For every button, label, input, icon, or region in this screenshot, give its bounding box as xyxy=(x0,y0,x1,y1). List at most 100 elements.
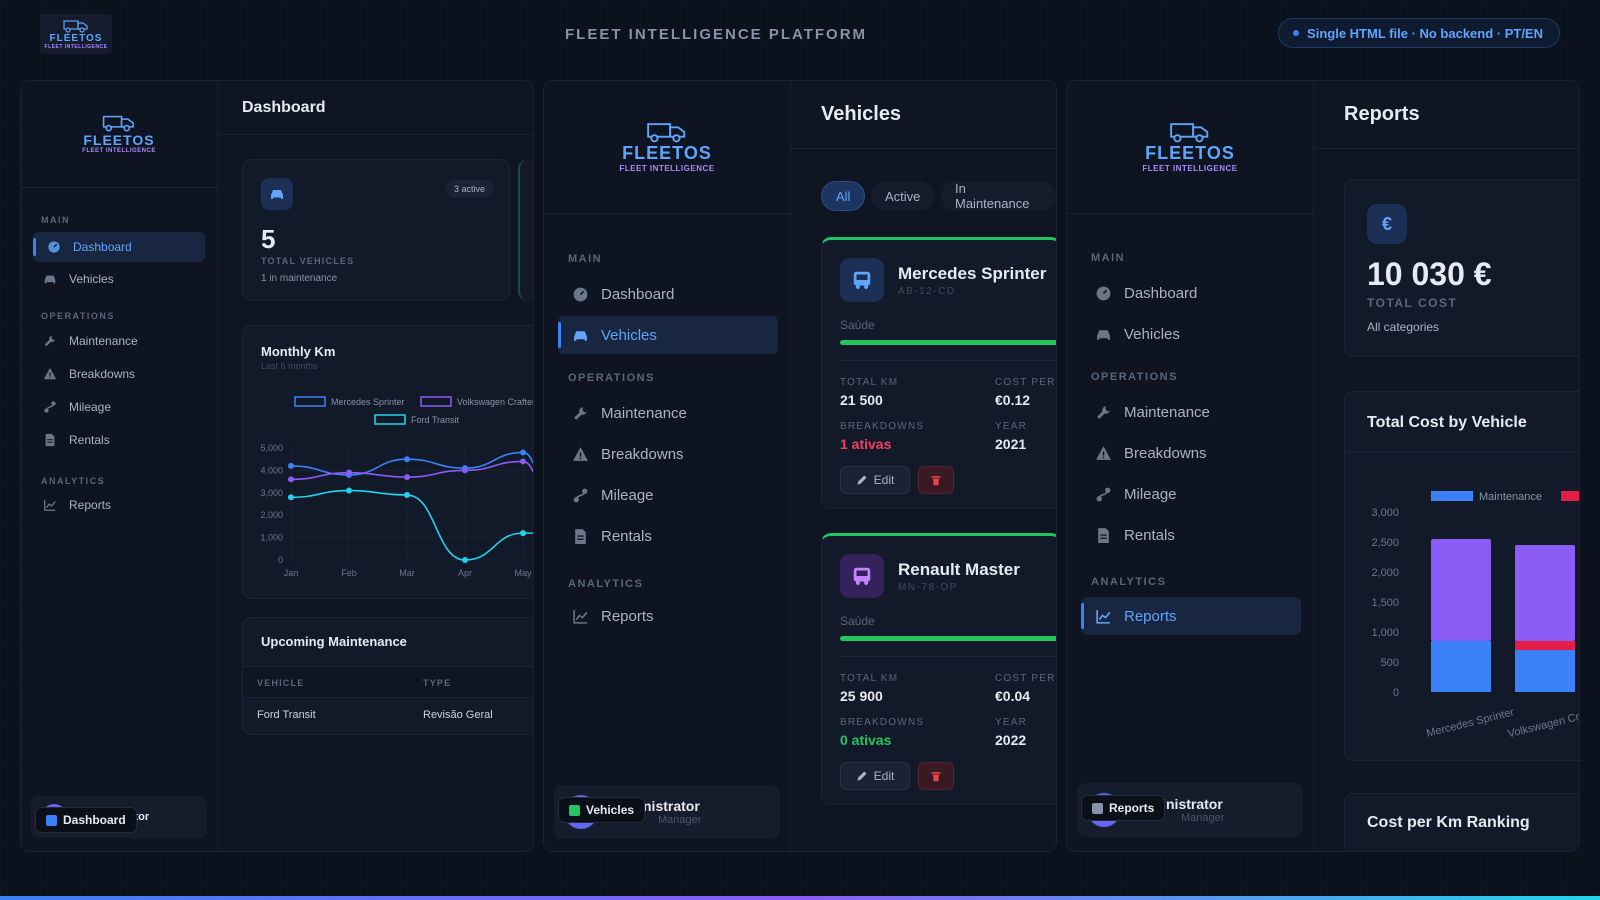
wrench-icon xyxy=(572,405,589,422)
sidebar-item-reports[interactable]: Reports xyxy=(33,490,205,520)
sidebar-logo[interactable]: FLEETOS FLEET INTELLIGENCE xyxy=(1067,81,1313,214)
info-badge-text: Single HTML file · No backend · PT/EN xyxy=(1307,25,1543,41)
sidebar-logo[interactable]: FLEETOS FLEET INTELLIGENCE xyxy=(21,81,217,188)
top-bar: FLEETOS FLEET INTELLIGENCE FLEET INTELLI… xyxy=(0,0,1600,70)
vehicle-card[interactable]: Renault Master MN-78-OP Saúde TOTAL KM 2… xyxy=(821,533,1056,805)
sidebar-item-mileage[interactable]: Mileage xyxy=(1081,475,1301,513)
cost-per-label: COST PER xyxy=(995,377,1056,388)
y-tick-label: 3,000 xyxy=(260,488,283,498)
kpi-label: TOTAL VEHICLES xyxy=(261,256,355,266)
brand-tagline: FLEET INTELLIGENCE xyxy=(82,148,156,154)
sidebar-item-rentals[interactable]: Rentals xyxy=(1081,516,1301,554)
y-tick-label: 1,500 xyxy=(1371,597,1399,609)
filter-in-maintenance[interactable]: In Maintenance xyxy=(941,181,1056,211)
breakdowns-value: 1 ativas xyxy=(840,436,892,452)
page-title: Dashboard xyxy=(218,81,533,135)
euro-icon: € xyxy=(1367,204,1407,244)
sidebar-item-vehicles[interactable]: Vehicles xyxy=(33,264,205,294)
sidebar-logo[interactable]: FLEETOS FLEET INTELLIGENCE xyxy=(544,81,790,214)
sidebar-item-label: Reports xyxy=(601,607,654,625)
divider xyxy=(840,360,1056,361)
trash-icon xyxy=(930,770,942,782)
sidebar-item-breakdowns[interactable]: Breakdowns xyxy=(1081,434,1301,472)
y-tick-label: 1,000 xyxy=(1371,627,1399,639)
sidebar-item-rentals[interactable]: Rentals xyxy=(33,425,205,455)
van-icon xyxy=(840,554,884,598)
vehicle-card[interactable]: Mercedes Sprinter AB-12-CD Saúde TOTAL K… xyxy=(821,237,1056,509)
filter-active[interactable]: Active xyxy=(871,181,935,211)
y-tick-label: 500 xyxy=(1381,657,1399,669)
top-logo[interactable]: FLEETOS FLEET INTELLIGENCE xyxy=(40,14,112,54)
y-tick-label: 5,000 xyxy=(260,443,283,453)
series-line xyxy=(290,460,533,481)
sidebar-item-breakdowns[interactable]: Breakdowns xyxy=(558,435,778,473)
y-tick-label: 0 xyxy=(278,555,283,565)
kpi-label: TOTAL COST xyxy=(1367,296,1458,310)
sidebar-item-vehicles[interactable]: Vehicles xyxy=(558,316,778,354)
pencil-icon xyxy=(856,770,868,782)
data-point xyxy=(288,462,294,469)
brand-tagline: FLEET INTELLIGENCE xyxy=(619,164,715,173)
truck-logo-icon xyxy=(1170,123,1209,143)
sidebar-item-dashboard[interactable]: Dashboard xyxy=(1081,274,1301,312)
breakdowns-label: BREAKDOWNS xyxy=(840,717,925,728)
legend-swatch xyxy=(1561,491,1579,501)
document-icon xyxy=(572,528,589,545)
x-tick-label: Volkswagen Crafter xyxy=(1507,706,1580,741)
total-km-value: 21 500 xyxy=(840,392,883,408)
sidebar-item-mileage[interactable]: Mileage xyxy=(558,476,778,514)
delete-button[interactable] xyxy=(918,762,954,790)
trash-icon xyxy=(930,474,942,486)
kpi-sub: All categories xyxy=(1367,320,1440,334)
year-label: YEAR xyxy=(995,717,1028,728)
sidebar-item-label: Breakdowns xyxy=(1124,444,1207,462)
vehicles-view-tab[interactable]: Vehicles xyxy=(558,797,646,823)
nav-section-main: MAIN xyxy=(1091,252,1126,264)
health-label: Saúde xyxy=(840,318,875,332)
sidebar-item-label: Vehicles xyxy=(601,326,657,344)
sidebar-item-reports[interactable]: Reports xyxy=(558,597,778,635)
sidebar-item-label: Reports xyxy=(69,498,112,512)
delete-button[interactable] xyxy=(918,466,954,494)
nav-section-main: MAIN xyxy=(568,253,603,265)
data-point xyxy=(462,467,468,474)
sidebar-item-label: Dashboard xyxy=(1124,284,1198,302)
table-row[interactable]: Ford Transit Revisão Geral xyxy=(243,700,533,732)
vehicle-name: Renault Master xyxy=(898,560,1020,579)
edit-button[interactable]: Edit xyxy=(840,466,910,494)
sidebar-item-vehicles[interactable]: Vehicles xyxy=(1081,315,1301,353)
cost-per-value: €0.12 xyxy=(995,392,1031,408)
route-icon xyxy=(1095,486,1112,503)
card-title: Cost per Km Ranking xyxy=(1367,814,1530,831)
sidebar-item-breakdowns[interactable]: Breakdowns xyxy=(33,359,205,389)
bar-segment xyxy=(1515,545,1575,641)
truck-logo-icon xyxy=(647,123,686,143)
route-icon xyxy=(572,487,589,504)
truck-logo-icon xyxy=(102,115,134,132)
reports-view-tab[interactable]: Reports xyxy=(1081,795,1166,821)
nav-section-analytics: ANALYTICS xyxy=(1091,576,1167,588)
y-tick-label: 1,000 xyxy=(260,533,283,543)
data-point xyxy=(520,530,526,537)
sidebar-item-rentals[interactable]: Rentals xyxy=(558,517,778,555)
warning-icon xyxy=(1095,445,1112,462)
filter-all[interactable]: All xyxy=(821,181,866,211)
series-line xyxy=(290,451,533,476)
cost-per-value: €0.04 xyxy=(995,688,1031,704)
sidebar-item-maintenance[interactable]: Maintenance xyxy=(33,326,205,356)
bottom-accent-bar xyxy=(0,896,1600,900)
sidebar-item-reports[interactable]: Reports xyxy=(1081,597,1301,635)
sidebar-item-maintenance[interactable]: Maintenance xyxy=(1081,393,1301,431)
sidebar-item-mileage[interactable]: Mileage xyxy=(33,392,205,422)
sidebar-item-maintenance[interactable]: Maintenance xyxy=(558,394,778,432)
warning-icon xyxy=(572,446,589,463)
gauge-icon xyxy=(1095,285,1112,302)
car-icon xyxy=(840,258,884,302)
sidebar-item-dashboard[interactable]: Dashboard xyxy=(33,232,205,262)
legend-label: Volkswagen Crafter xyxy=(457,397,534,407)
dashboard-view-tab[interactable]: Dashboard xyxy=(35,807,137,833)
edit-button[interactable]: Edit xyxy=(840,762,910,790)
legend-swatch xyxy=(420,396,452,407)
y-tick-label: 2,000 xyxy=(260,510,283,520)
sidebar-item-dashboard[interactable]: Dashboard xyxy=(558,275,778,313)
